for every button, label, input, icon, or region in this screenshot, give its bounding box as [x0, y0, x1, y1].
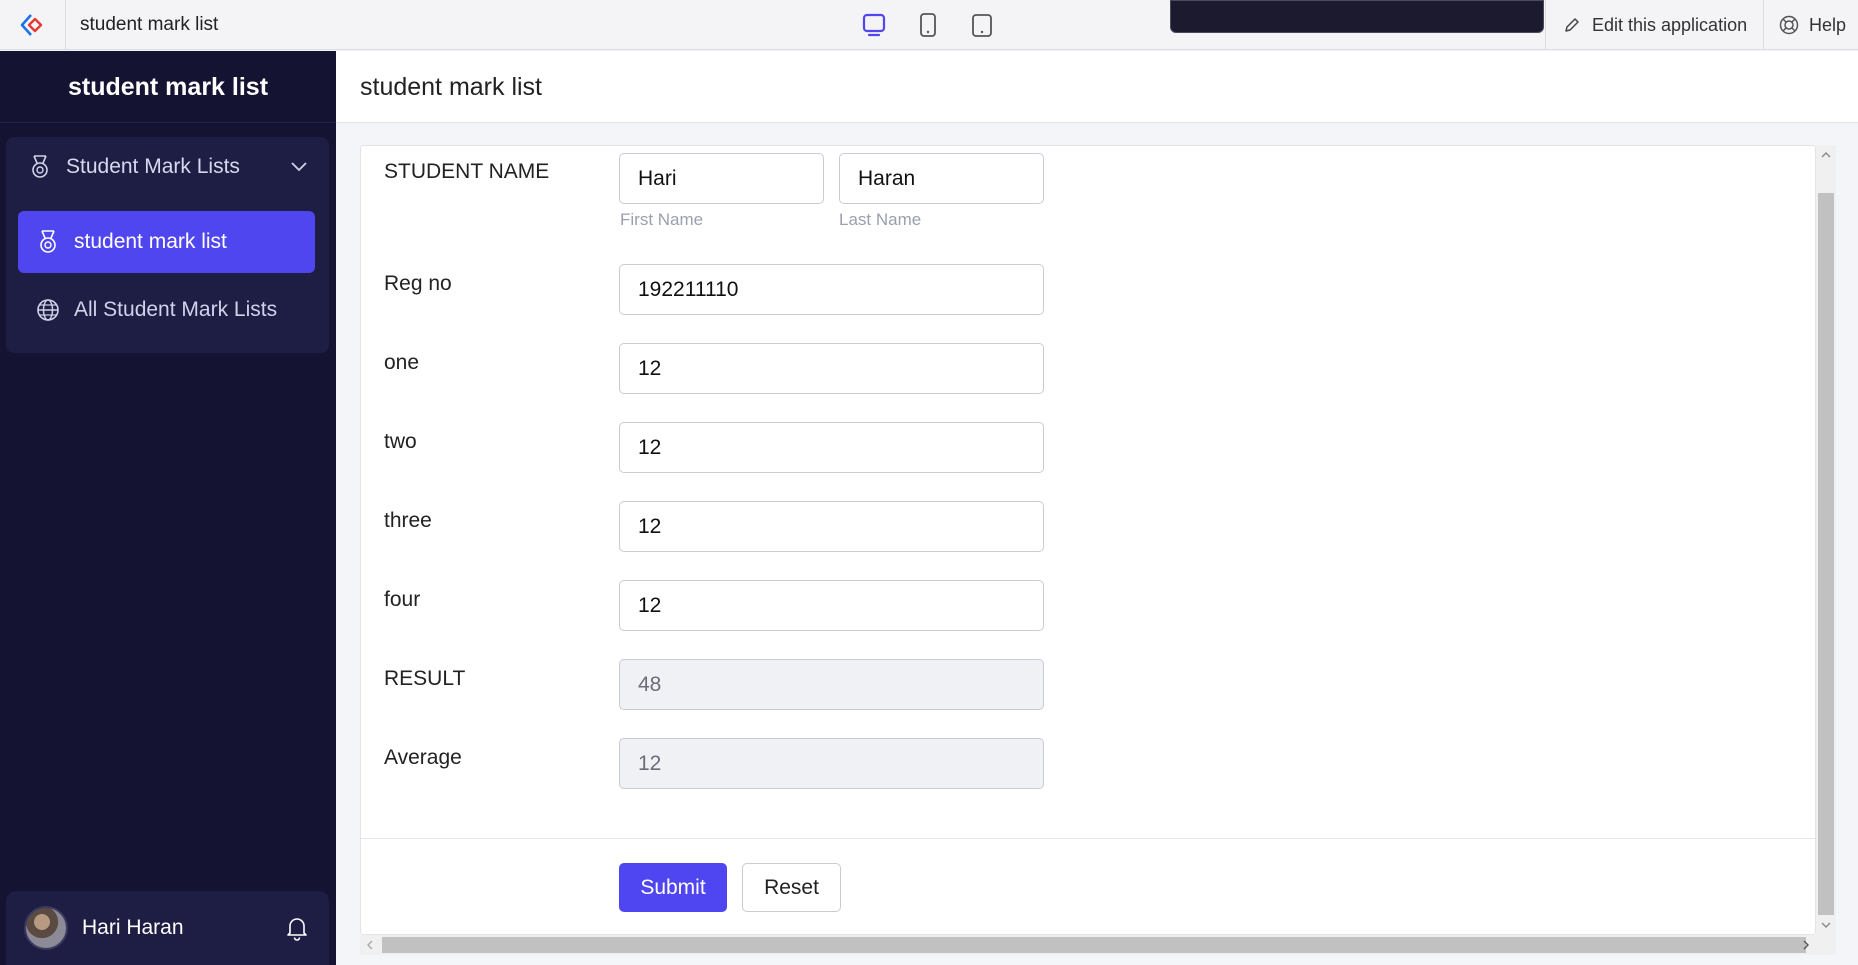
- medal-icon: [40, 230, 56, 253]
- sidebar-item-all-student-mark-lists[interactable]: All Student Mark Lists: [18, 279, 315, 341]
- help-button[interactable]: Help: [1763, 0, 1858, 50]
- sidebar-item-label: All Student Mark Lists: [74, 298, 278, 321]
- one-label: one: [384, 351, 420, 374]
- first-name-input[interactable]: Hari: [619, 153, 824, 204]
- creator-logo-icon: [20, 14, 42, 36]
- submit-button[interactable]: Submit: [619, 863, 727, 912]
- reset-button[interactable]: Reset: [742, 863, 841, 912]
- horizontal-scrollbar[interactable]: [360, 935, 1836, 955]
- scroll-up-icon[interactable]: [1821, 151, 1831, 159]
- sidebar-item-label: student mark list: [74, 230, 227, 253]
- average-field: 12: [619, 738, 1044, 789]
- one-input[interactable]: 12: [619, 343, 1044, 394]
- result-label: RESULT: [384, 667, 466, 690]
- top-bar: student mark list Edit this application …: [0, 0, 1858, 50]
- three-label: three: [384, 509, 432, 532]
- vertical-scrollbar-thumb[interactable]: [1818, 193, 1834, 915]
- two-input[interactable]: 12: [619, 422, 1044, 473]
- user-profile[interactable]: Hari Haran: [6, 891, 329, 965]
- sidebar: student mark list Student Mark Lists stu…: [0, 51, 336, 965]
- chevron-down-icon: [291, 162, 307, 172]
- four-label: four: [384, 588, 421, 611]
- sidebar-group-label: Student Mark Lists: [66, 155, 240, 178]
- desktop-view-button[interactable]: [860, 11, 888, 39]
- main-header: student mark list: [336, 51, 1858, 123]
- mobile-view-button[interactable]: [968, 11, 996, 39]
- tablet-view-button[interactable]: [914, 11, 942, 39]
- two-label: two: [384, 430, 417, 453]
- scroll-right-icon[interactable]: [1802, 940, 1810, 950]
- result-field: 48: [619, 659, 1044, 710]
- tablet-icon: [920, 13, 936, 37]
- device-preview-switcher: [860, 10, 996, 40]
- help-label: Help: [1809, 14, 1847, 35]
- mobile-icon: [972, 14, 992, 37]
- sidebar-header: student mark list: [0, 51, 336, 123]
- horizontal-scrollbar-thumb[interactable]: [382, 937, 1806, 953]
- reg-no-label: Reg no: [384, 272, 452, 295]
- app-logo[interactable]: [0, 0, 66, 50]
- sidebar-group: Student Mark Lists student mark list All…: [6, 137, 329, 353]
- scroll-left-icon[interactable]: [366, 940, 374, 950]
- three-input[interactable]: 12: [619, 501, 1044, 552]
- overlay-panel: [1170, 0, 1544, 33]
- edit-application-label: Edit this application: [1592, 14, 1748, 35]
- vertical-scrollbar[interactable]: [1816, 145, 1836, 935]
- lifebuoy-icon: [1779, 15, 1799, 35]
- student-name-label: STUDENT NAME: [384, 160, 550, 183]
- form-divider: [361, 838, 1815, 839]
- avatar: [24, 906, 68, 950]
- reg-no-input[interactable]: 192211110: [619, 264, 1044, 315]
- last-name-hint: Last Name: [839, 210, 922, 229]
- bell-icon[interactable]: [285, 915, 309, 941]
- sidebar-item-student-mark-list[interactable]: student mark list: [18, 211, 315, 273]
- four-input[interactable]: 12: [619, 580, 1044, 631]
- app-title: student mark list: [80, 14, 219, 35]
- student-mark-form: STUDENT NAME Hari First Name Haran Last …: [360, 145, 1816, 935]
- sidebar-group-toggle[interactable]: Student Mark Lists: [6, 137, 329, 197]
- medal-icon: [32, 155, 48, 178]
- scroll-down-icon[interactable]: [1821, 921, 1831, 929]
- desktop-icon: [862, 13, 886, 37]
- average-label: Average: [384, 746, 462, 769]
- globe-icon: [37, 299, 59, 321]
- pencil-icon: [1565, 18, 1579, 32]
- page-title: student mark list: [360, 73, 543, 101]
- first-name-hint: First Name: [620, 210, 704, 229]
- last-name-input[interactable]: Haran: [839, 153, 1044, 204]
- user-name: Hari Haran: [82, 916, 184, 939]
- edit-application-button[interactable]: Edit this application: [1545, 0, 1763, 50]
